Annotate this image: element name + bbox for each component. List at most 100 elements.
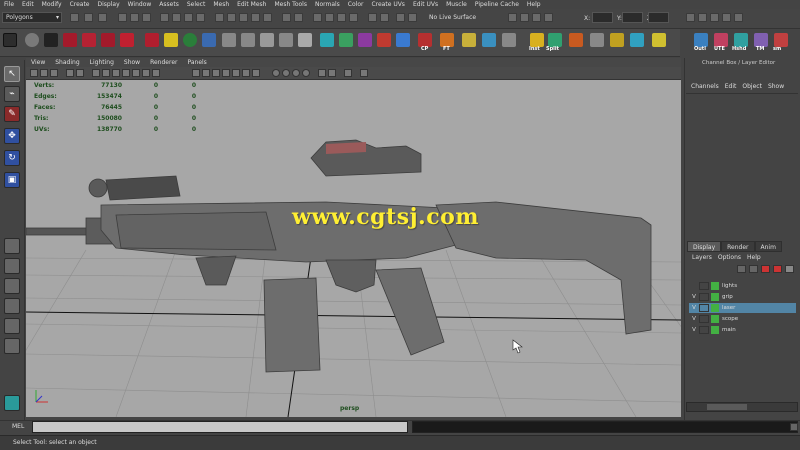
layer-color-swatch[interactable] (711, 315, 719, 323)
snap-plane-icon[interactable] (251, 13, 260, 22)
render-current-icon[interactable] (313, 13, 322, 22)
layout-outliner-icon[interactable] (4, 298, 20, 314)
menu-mesh[interactable]: Mesh (209, 1, 233, 8)
vp-menu-show[interactable]: Show (119, 59, 145, 66)
tool-icon-f[interactable] (630, 33, 644, 47)
layer-move-down-icon[interactable] (749, 265, 758, 273)
cb-menu-channels[interactable]: Channels (688, 83, 722, 90)
ute-tool-icon[interactable] (714, 33, 728, 47)
purple-tool-icon[interactable] (358, 33, 372, 47)
mel-label[interactable]: MEL (12, 423, 24, 430)
new-empty-layer-icon[interactable] (761, 265, 770, 273)
sm-tool-icon[interactable] (774, 33, 788, 47)
mask-icon[interactable] (160, 13, 169, 22)
layout-two-icon[interactable] (4, 278, 20, 294)
custom-layout-icon[interactable] (4, 395, 20, 411)
red-tool-icon-1[interactable] (63, 33, 77, 47)
grid-yellow-icon[interactable] (652, 33, 666, 47)
snap-point-icon[interactable] (239, 13, 248, 22)
vp-menu-renderer[interactable]: Renderer (145, 59, 182, 66)
red-tool-icon-2[interactable] (82, 33, 96, 47)
grid-tool-icon-1[interactable] (222, 33, 236, 47)
layer-visibility[interactable]: V (689, 294, 699, 300)
anti-aliasing-icon[interactable] (282, 69, 290, 77)
field-chart-icon[interactable] (132, 69, 140, 77)
camera-icon[interactable] (44, 33, 58, 47)
mask-curves-icon[interactable] (184, 13, 193, 22)
safe-title-icon[interactable] (152, 69, 160, 77)
tool-settings-icon[interactable] (722, 13, 731, 22)
menu-display[interactable]: Display (94, 1, 124, 8)
motion-blur-icon[interactable] (272, 69, 280, 77)
blue-tool-icon[interactable] (202, 33, 216, 47)
grid-tool-icon-3[interactable] (260, 33, 274, 47)
tab-render[interactable]: Render (721, 241, 755, 252)
orange-tool-icon[interactable] (377, 33, 391, 47)
depth-of-field-icon[interactable] (292, 69, 300, 77)
z-field[interactable] (648, 12, 669, 23)
menu-edit[interactable]: Edit (18, 1, 38, 8)
layout-graph-icon[interactable] (4, 318, 20, 334)
menu-file[interactable]: File (0, 1, 18, 8)
ft-tool-icon[interactable] (440, 33, 454, 47)
hshd-tool-icon[interactable] (734, 33, 748, 47)
vp-menu-view[interactable]: View (26, 59, 50, 66)
new-layer-selected-icon[interactable] (773, 265, 782, 273)
xray-joints-icon[interactable] (328, 69, 336, 77)
tab-display[interactable]: Display (687, 241, 722, 252)
new-scene-icon[interactable] (70, 13, 79, 22)
vp-menu-lighting[interactable]: Lighting (85, 59, 119, 66)
select-object-icon[interactable] (130, 13, 139, 22)
tool-icon-d[interactable] (590, 33, 604, 47)
grid-toggle-icon[interactable] (92, 69, 100, 77)
grid-tool-icon-2[interactable] (241, 33, 255, 47)
tool-icon-b[interactable] (502, 33, 516, 47)
scale-tool-icon[interactable]: ▣ (4, 172, 20, 188)
shelf-menu-icon[interactable] (3, 33, 17, 47)
snap-grid-icon[interactable] (215, 13, 224, 22)
green-tool-icon[interactable] (339, 33, 353, 47)
outl-tool-icon[interactable] (694, 33, 708, 47)
ipr-render-icon[interactable] (325, 13, 334, 22)
snap-surface-icon[interactable] (263, 13, 272, 22)
modeling-toolkit-icon[interactable] (698, 13, 707, 22)
isolate-select-icon[interactable] (302, 69, 310, 77)
menu-pipeline-cache[interactable]: Pipeline Cache (471, 1, 523, 8)
folder-icon[interactable] (462, 33, 476, 47)
menu-mesh-tools[interactable]: Mesh Tools (270, 1, 310, 8)
select-camera-icon[interactable] (30, 69, 38, 77)
use-all-lights-icon[interactable] (232, 69, 240, 77)
xray-active-icon[interactable] (344, 69, 352, 77)
wireframe-icon[interactable] (192, 69, 200, 77)
cb-menu-edit[interactable]: Edit (722, 83, 740, 90)
rotate-tool-icon[interactable]: ↻ (4, 150, 20, 166)
menu-normals[interactable]: Normals (311, 1, 344, 8)
layout-hypershade-icon[interactable] (4, 338, 20, 354)
safe-action-icon[interactable] (142, 69, 150, 77)
film-reel-icon[interactable] (25, 33, 39, 47)
channel-box-icon[interactable] (734, 13, 743, 22)
ambient-occlusion-icon[interactable] (252, 69, 260, 77)
render-settings-icon[interactable] (337, 13, 346, 22)
2d-pan-icon[interactable] (76, 69, 84, 77)
menu-window[interactable]: Window (124, 1, 156, 8)
dna-tool-icon[interactable] (396, 33, 410, 47)
menu-help[interactable]: Help (523, 1, 545, 8)
move-tool-icon[interactable]: ✥ (4, 128, 20, 144)
tool-icon-e[interactable] (610, 33, 624, 47)
cp-tool-icon[interactable] (418, 33, 432, 47)
layer-row[interactable]: V grip (689, 292, 796, 302)
select-component-icon[interactable] (142, 13, 151, 22)
red-tool-icon-4[interactable] (120, 33, 134, 47)
grid-tool-icon-5[interactable] (298, 33, 312, 47)
red-tool-icon-3[interactable] (101, 33, 115, 47)
layer-color-swatch[interactable] (711, 326, 719, 334)
inst-tool-icon[interactable] (530, 33, 544, 47)
construction-history-icon[interactable] (294, 13, 303, 22)
layer-color-swatch[interactable] (711, 304, 719, 312)
menu-muscle[interactable]: Muscle (442, 1, 471, 8)
paint-select-icon[interactable]: ✎ (4, 106, 20, 122)
command-input[interactable] (32, 421, 408, 433)
mask-joints-icon[interactable] (172, 13, 181, 22)
bookmark-icon[interactable] (50, 69, 58, 77)
